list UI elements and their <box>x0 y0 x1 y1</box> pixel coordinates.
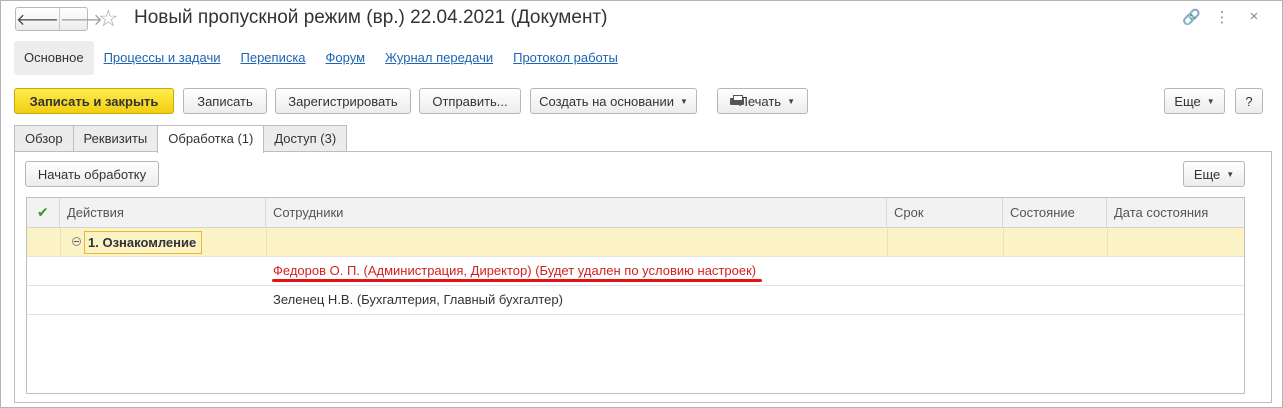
section-forum[interactable]: Форум <box>316 41 376 75</box>
more-button[interactable]: Еще ▼ <box>1164 88 1225 114</box>
section-correspondence[interactable]: Переписка <box>231 41 316 75</box>
forward-arrow-icon[interactable]: 🡒 <box>58 8 103 30</box>
processing-panel: Начать обработку Еще ▼ ✔ Действия Сотрудн… <box>14 151 1272 403</box>
help-button[interactable]: ? <box>1235 88 1263 114</box>
form-tabs: Обзор Реквизиты Обработка (1) Доступ (3) <box>14 125 348 153</box>
processing-table: ✔ Действия Сотрудники Срок Состояние Дат… <box>26 197 1245 394</box>
send-button[interactable]: Отправить... <box>419 88 521 114</box>
favorite-star-icon[interactable]: ☆ <box>98 5 119 31</box>
create-based-on-button[interactable]: Создать на основании ▼ <box>530 88 697 114</box>
group-label[interactable]: 1. Ознакомление <box>84 231 203 254</box>
chevron-down-icon: ▼ <box>787 96 795 106</box>
save-button[interactable]: Записать <box>183 88 267 114</box>
more-label: Еще <box>1174 93 1201 109</box>
header-actions[interactable]: Действия <box>60 198 266 228</box>
tab-access[interactable]: Доступ (3) <box>263 125 348 152</box>
save-and-close-button[interactable]: Записать и закрыть <box>14 88 174 114</box>
employee-name: Зеленец Н.В. (Бухгалтерия, Главный бухга… <box>273 292 563 307</box>
table-row[interactable]: Зеленец Н.В. (Бухгалтерия, Главный бухга… <box>27 286 1244 315</box>
section-transfer-log[interactable]: Журнал передачи <box>375 41 503 75</box>
navigation-buttons: 🡐 🡒 <box>15 7 103 31</box>
section-main[interactable]: Основное <box>14 41 94 75</box>
more-vertical-icon[interactable]: ⋮ <box>1214 8 1230 26</box>
panel-more-button[interactable]: Еще ▼ <box>1183 161 1245 187</box>
print-label: Печать <box>738 93 782 109</box>
register-button[interactable]: Зарегистрировать <box>275 88 411 114</box>
chevron-down-icon: ▼ <box>1206 96 1215 106</box>
red-underline-annotation <box>272 279 762 282</box>
tab-overview[interactable]: Обзор <box>14 125 74 152</box>
link-icon[interactable]: 🔗 <box>1182 8 1201 26</box>
create-based-on-label: Создать на основании <box>539 93 674 109</box>
header-status[interactable]: Состояние <box>1003 198 1107 228</box>
close-icon[interactable]: × <box>1246 8 1262 26</box>
header-employees[interactable]: Сотрудники <box>266 198 887 228</box>
section-processes-tasks[interactable]: Процессы и задачи <box>94 41 231 75</box>
document-window: 🡐 🡒 ☆ Новый пропускной режим (вр.) 22.04… <box>0 0 1283 408</box>
start-processing-button[interactable]: Начать обработку <box>25 161 159 187</box>
checkmark-icon: ✔ <box>37 204 49 220</box>
window-controls: 🔗 ⋮ × <box>1182 8 1262 26</box>
chevron-down-icon: ▼ <box>679 96 688 106</box>
header-status-date[interactable]: Дата состояния <box>1107 198 1244 228</box>
section-navigation: Основное Процессы и задачи Переписка Фор… <box>14 41 628 75</box>
collapse-icon[interactable] <box>72 237 81 246</box>
section-work-log[interactable]: Протокол работы <box>503 41 628 75</box>
header-check-column: ✔ <box>27 198 60 228</box>
table-row[interactable]: Федоров О. П. (Администрация, Директор) … <box>27 257 1244 286</box>
table-header: ✔ Действия Сотрудники Срок Состояние Дат… <box>27 198 1244 228</box>
header-deadline[interactable]: Срок <box>887 198 1003 228</box>
table-row-group[interactable]: 1. Ознакомление <box>27 228 1244 257</box>
printer-icon <box>730 95 751 107</box>
tab-requisites[interactable]: Реквизиты <box>72 125 159 152</box>
chevron-down-icon: ▼ <box>1226 169 1235 179</box>
tab-processing[interactable]: Обработка (1) <box>157 125 265 153</box>
panel-more-label: Еще <box>1193 166 1221 182</box>
window-title: Новый пропускной режим (вр.) 22.04.2021 … <box>134 7 608 28</box>
print-button[interactable]: Печать ▼ <box>717 88 808 114</box>
back-arrow-icon[interactable]: 🡐 <box>16 8 59 30</box>
title-bar: 🡐 🡒 ☆ Новый пропускной режим (вр.) 22.04… <box>1 1 1282 37</box>
